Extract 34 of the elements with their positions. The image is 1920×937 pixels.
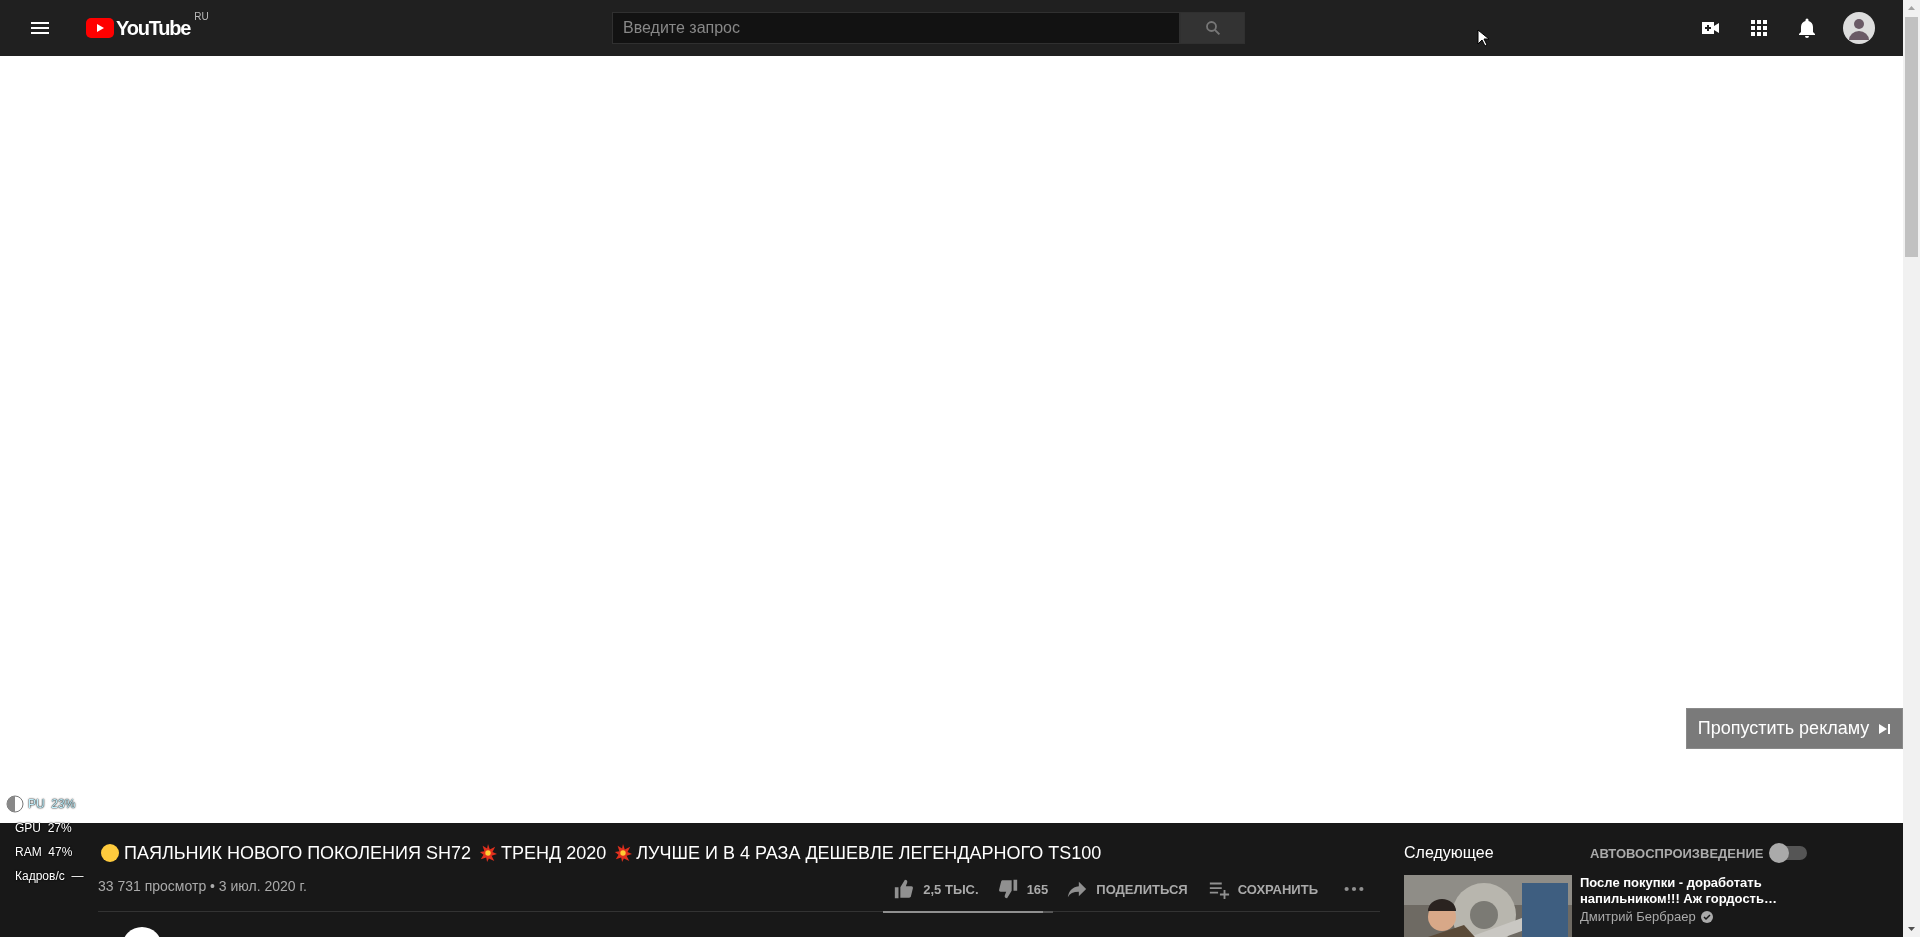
autoplay-toggle[interactable] [1771, 846, 1808, 860]
stat-text: PU 23% [28, 797, 76, 811]
avatar[interactable] [1843, 12, 1875, 44]
emoji-icon [100, 843, 120, 863]
thumbs-down-icon [996, 878, 1019, 900]
view-count-and-date: 33 731 просмотр • 3 июл. 2020 г. [98, 878, 307, 894]
video-title[interactable]: После покупки - доработать напильником!!! Аж гордость… [1580, 875, 1830, 907]
dislike-button[interactable]: 165 [986, 871, 1057, 907]
skip-icon [1877, 721, 1892, 736]
channel-name[interactable]: Дмитрий Бербраер [1580, 909, 1696, 924]
country-code: RU [194, 10, 209, 22]
search-field[interactable]: Введите запрос [612, 12, 1180, 44]
autoplay-label: АВТОВОСПРОИЗВЕДЕНИЕ [1590, 845, 1764, 861]
scrollbar[interactable] [1903, 0, 1920, 937]
save-button[interactable]: СОХРАНИТЬ [1197, 871, 1328, 907]
cursor-icon [1477, 29, 1489, 47]
play-logo-icon [86, 18, 114, 38]
up-next-heading: Следующее [1404, 844, 1495, 862]
thumbs-up-icon [893, 878, 916, 900]
share-button[interactable]: ПОДЕЛИТЬСЯ [1056, 871, 1198, 907]
video-title: ТРЕНД 2020 [500, 842, 607, 864]
video-title: ЛУЧШЕ И В 4 РАЗА ДЕШЕВЛЕ ЛЕГЕНДАРНОГО TS100 [636, 842, 1102, 864]
stat-text: Кадров/с — [15, 869, 84, 883]
video-title: ПАЯЛЬНИК НОВОГО ПОКОЛЕНИЯ SH72 [124, 842, 471, 864]
like-button[interactable]: 2,5 ТЫС. [883, 871, 987, 907]
stat-text: RAM 47% [15, 845, 73, 859]
more-icon [1344, 886, 1364, 892]
search-icon [1203, 19, 1222, 37]
stat-text: GPU 27% [15, 821, 72, 835]
scrollbar-thumb[interactable] [1905, 17, 1918, 257]
explosion-icon [614, 844, 633, 862]
skip-ad-button[interactable]: Пропустить рекламу [1686, 708, 1903, 749]
explosion-icon [478, 844, 497, 862]
pie-chart-icon [6, 795, 24, 813]
